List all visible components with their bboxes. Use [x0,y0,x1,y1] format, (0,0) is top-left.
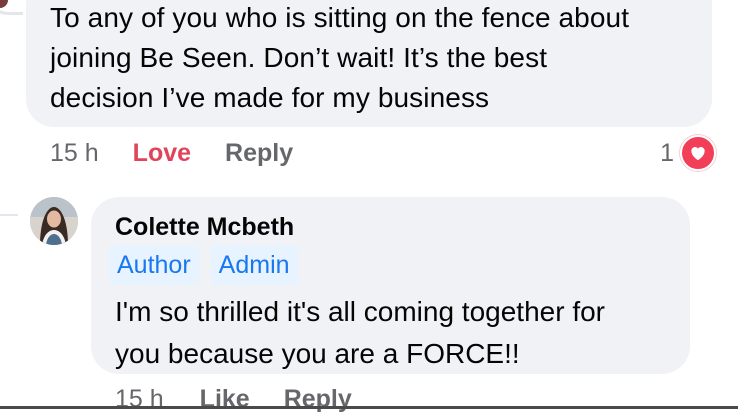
comment-text: To any of you who is sitting on the fenc… [50,2,630,113]
avatar-photo [30,197,78,245]
reply-actions: 15 h Like Reply [115,382,352,416]
love-button[interactable]: Love [133,139,191,168]
comment-bubble: To any of you who is sitting on the fenc… [26,0,712,127]
reply-to-reply-button[interactable]: Reply [284,385,352,414]
like-button[interactable]: Like [200,385,250,414]
reply-button[interactable]: Reply [225,139,293,168]
role-badges: Author Admin [109,245,666,285]
reply-text: I'm so thrilled it's all coming together… [115,296,605,369]
admin-badge[interactable]: Admin [210,245,298,285]
reply-thread-line [0,214,18,216]
author-name[interactable]: Colette Mcbeth [115,211,666,243]
reaction-summary[interactable]: 1 [660,135,716,171]
reply-timestamp[interactable]: 15 h [115,385,164,414]
heart-reaction-icon [680,135,716,171]
reaction-count: 1 [660,138,674,167]
comment-actions: 15 h Love Reply [50,136,293,170]
reply-bubble: Colette Mcbeth Author Admin I'm so thril… [91,197,690,374]
author-badge[interactable]: Author [109,245,199,285]
avatar[interactable] [30,197,78,245]
comment-timestamp[interactable]: 15 h [50,139,99,168]
